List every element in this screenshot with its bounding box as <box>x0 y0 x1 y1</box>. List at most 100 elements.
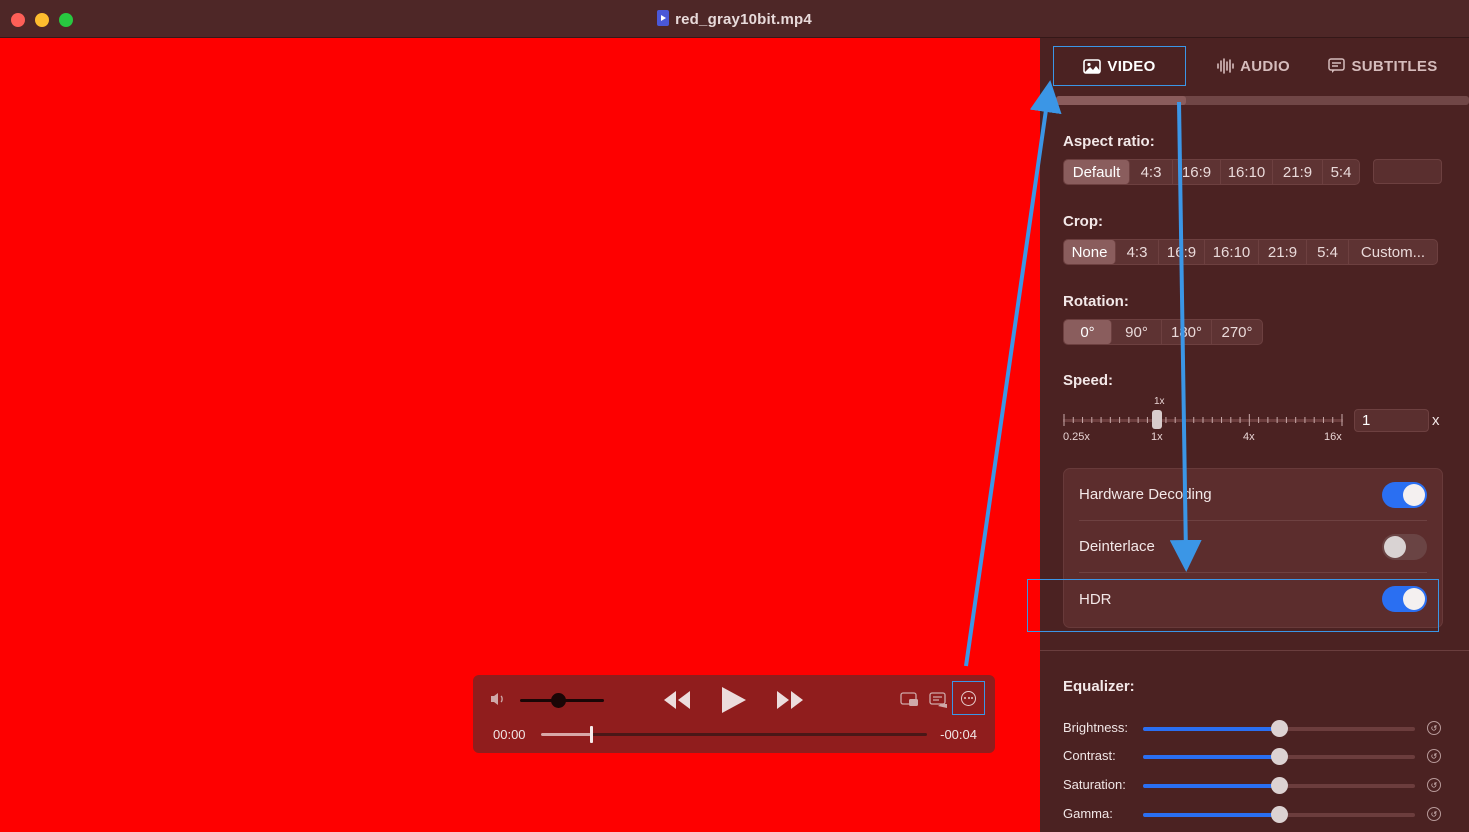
gamma-row: Gamma: ↺ <box>1063 804 1443 824</box>
hdr-toggle[interactable] <box>1382 586 1427 612</box>
saturation-reset-icon[interactable]: ↺ <box>1427 778 1441 792</box>
decoding-toggles-panel: Hardware Decoding Deinterlace HDR <box>1063 468 1443 628</box>
aspect-option-16-9[interactable]: 16:9 <box>1173 160 1221 184</box>
volume-slider-knob[interactable] <box>550 693 566 708</box>
speed-value-input[interactable] <box>1354 409 1429 432</box>
fast-forward-button[interactable] <box>775 687 805 713</box>
hdr-label: HDR <box>1079 590 1112 608</box>
speed-tick-label-4: 4x <box>1243 431 1255 443</box>
deinterlace-row: Deinterlace <box>1079 521 1427 573</box>
contrast-slider[interactable] <box>1143 748 1415 765</box>
crop-option-custom[interactable]: Custom... <box>1349 240 1437 264</box>
settings-sidebar: VIDEO AUDIO SUBTITLES Aspect ratio: Defa… <box>1027 38 1469 832</box>
tab-audio-label: AUDIO <box>1240 57 1290 75</box>
current-time: 00:00 <box>493 727 526 742</box>
more-options-icon <box>961 690 976 706</box>
aspect-option-5-4[interactable]: 5:4 <box>1323 160 1359 184</box>
more-options-button[interactable] <box>952 681 985 715</box>
brightness-label: Brightness: <box>1063 720 1129 735</box>
contrast-fill <box>1143 755 1279 759</box>
aspect-custom-field[interactable] <box>1373 159 1442 184</box>
crop-option-none[interactable]: None <box>1064 240 1116 264</box>
equalizer-label: Equalizer: <box>1063 678 1135 695</box>
saturation-fill <box>1143 784 1279 788</box>
hardware-decoding-toggle[interactable] <box>1382 481 1427 508</box>
picture-in-picture-button[interactable] <box>900 692 919 708</box>
brightness-slider[interactable] <box>1143 720 1415 737</box>
section-divider <box>1040 650 1469 651</box>
crop-segmented: None 4:3 16:9 16:10 21:9 5:4 Custom... <box>1063 239 1438 265</box>
deinterlace-label: Deinterlace <box>1079 538 1155 555</box>
aspect-option-default[interactable]: Default <box>1064 160 1130 184</box>
crop-option-4-3[interactable]: 4:3 <box>1116 240 1159 264</box>
contrast-reset-icon[interactable]: ↺ <box>1427 749 1441 763</box>
saturation-label: Saturation: <box>1063 777 1126 792</box>
rotation-option-270[interactable]: 270° <box>1212 320 1262 344</box>
crop-option-21-9[interactable]: 21:9 <box>1259 240 1307 264</box>
rotation-option-90[interactable]: 90° <box>1112 320 1162 344</box>
play-icon <box>722 687 746 713</box>
brightness-knob[interactable] <box>1271 720 1288 737</box>
seek-bar-fill <box>541 733 592 736</box>
subtitles-button[interactable] <box>929 692 948 708</box>
rotation-option-180[interactable]: 180° <box>1162 320 1212 344</box>
rewind-button[interactable] <box>662 687 692 713</box>
tab-scroll-thumb <box>1056 96 1186 105</box>
seek-bar[interactable] <box>541 726 927 743</box>
window-title-wrap: red_gray10bit.mp4 <box>0 10 1469 28</box>
aspect-option-21-9[interactable]: 21:9 <box>1273 160 1323 184</box>
speed-slider-knob[interactable] <box>1152 410 1162 429</box>
hardware-decoding-row: Hardware Decoding <box>1079 469 1427 521</box>
image-icon <box>1083 58 1102 74</box>
speaker-icon[interactable] <box>489 691 507 707</box>
speed-slider-ticks <box>1063 414 1343 426</box>
gamma-slider[interactable] <box>1143 806 1415 823</box>
fast-forward-icon <box>777 691 803 709</box>
seek-bar-playhead[interactable] <box>590 726 594 743</box>
brightness-reset-icon[interactable]: ↺ <box>1427 721 1441 735</box>
hardware-decoding-label: Hardware Decoding <box>1079 486 1212 503</box>
picture-in-picture-icon <box>900 692 918 706</box>
aspect-option-4-3[interactable]: 4:3 <box>1130 160 1173 184</box>
tab-subtitles-label: SUBTITLES <box>1351 57 1438 75</box>
caption-bubble-icon <box>1328 58 1346 73</box>
speed-tick-label-1: 1x <box>1151 431 1163 443</box>
aspect-option-16-10[interactable]: 16:10 <box>1221 160 1273 184</box>
speed-tick-label-16: 16x <box>1324 431 1342 443</box>
rotation-label: Rotation: <box>1063 293 1129 310</box>
player-controls: 00:00 -00:04 <box>473 675 995 753</box>
tab-audio[interactable]: AUDIO <box>1206 46 1300 86</box>
hdr-row: HDR <box>1079 573 1427 625</box>
subtitles-icon <box>929 692 947 708</box>
window-title: red_gray10bit.mp4 <box>675 11 812 28</box>
tab-video[interactable]: VIDEO <box>1053 46 1186 86</box>
crop-label: Crop: <box>1063 213 1103 230</box>
tab-scroll-indicator <box>1056 96 1469 105</box>
waveform-icon <box>1217 58 1234 74</box>
crop-option-16-10[interactable]: 16:10 <box>1205 240 1259 264</box>
video-file-icon <box>657 10 670 26</box>
speed-tick-label-025: 0.25x <box>1063 431 1090 443</box>
gamma-reset-icon[interactable]: ↺ <box>1427 807 1441 821</box>
contrast-row: Contrast: ↺ <box>1063 746 1443 766</box>
settings-tabs: VIDEO AUDIO SUBTITLES <box>1040 38 1469 102</box>
gamma-fill <box>1143 813 1279 817</box>
saturation-knob[interactable] <box>1271 777 1288 794</box>
tab-subtitles[interactable]: SUBTITLES <box>1322 46 1444 86</box>
play-button[interactable] <box>718 687 748 713</box>
crop-option-16-9[interactable]: 16:9 <box>1159 240 1205 264</box>
rotation-segmented: 0° 90° 180° 270° <box>1063 319 1263 345</box>
brightness-row: Brightness: ↺ <box>1063 718 1443 738</box>
tab-video-label: VIDEO <box>1107 57 1156 75</box>
contrast-knob[interactable] <box>1271 748 1288 765</box>
saturation-slider[interactable] <box>1143 777 1415 794</box>
speed-current-marker: 1x <box>1154 396 1165 407</box>
crop-option-5-4[interactable]: 5:4 <box>1307 240 1349 264</box>
rotation-option-0[interactable]: 0° <box>1064 320 1112 344</box>
title-bar: red_gray10bit.mp4 <box>0 0 1469 38</box>
gamma-knob[interactable] <box>1271 806 1288 823</box>
video-frame[interactable]: 00:00 -00:04 <box>0 38 1040 832</box>
deinterlace-toggle[interactable] <box>1382 533 1427 560</box>
rewind-icon <box>664 691 690 709</box>
contrast-label: Contrast: <box>1063 748 1116 763</box>
